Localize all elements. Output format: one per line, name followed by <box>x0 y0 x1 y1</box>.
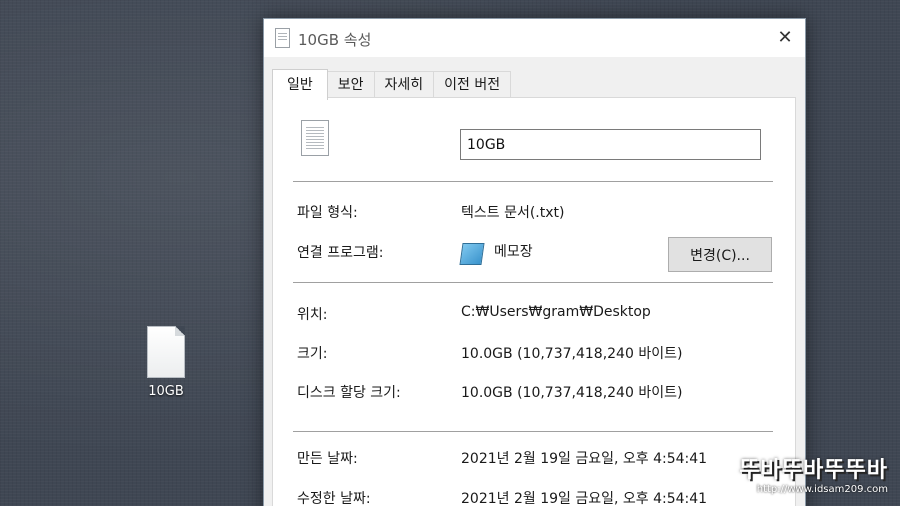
location-label: 위치: <box>297 307 328 323</box>
file-type-value: 텍스트 문서(.txt) <box>461 205 565 221</box>
tab-security[interactable]: 보안 <box>326 71 375 98</box>
modified-value: 2021년 2월 19일 금요일, 오후 4:54:41 <box>461 491 708 506</box>
text-file-icon <box>301 120 329 156</box>
size-on-disk-label: 디스크 할당 크기: <box>297 385 401 401</box>
close-button[interactable]: ✕ <box>765 19 805 57</box>
watermark: 뚜바뚜바뚜뚜바 http://www.idsam209.com <box>698 458 888 498</box>
separator <box>293 181 773 182</box>
tab-general[interactable]: 일반 <box>272 69 328 100</box>
separator <box>293 431 773 432</box>
tab-previous-versions[interactable]: 이전 버전 <box>433 71 512 98</box>
modified-label: 수정한 날짜: <box>297 491 371 506</box>
size-on-disk-value: 10.0GB (10,737,418,240 바이트) <box>461 385 683 401</box>
watermark-url: http://www.idsam209.com <box>756 484 888 495</box>
change-button[interactable]: 변경(C)... <box>668 237 772 272</box>
created-label: 만든 날짜: <box>297 451 358 467</box>
title-bar[interactable]: 10GB 속성 ✕ <box>264 19 805 57</box>
desktop-file-label: 10GB <box>148 384 184 399</box>
properties-dialog: 10GB 속성 ✕ 일반 보안 자세히 이전 버전 파일 형식: 텍스트 문서(… <box>263 18 806 506</box>
location-value: C:₩Users₩gram₩Desktop <box>461 304 651 320</box>
size-label: 크기: <box>297 346 328 362</box>
file-type-label: 파일 형식: <box>297 205 358 221</box>
separator <box>293 282 773 283</box>
watermark-logo: 뚜바뚜바뚜뚜바 <box>739 458 888 483</box>
size-value: 10.0GB (10,737,418,240 바이트) <box>461 346 683 362</box>
tab-details[interactable]: 자세히 <box>373 71 435 98</box>
tab-strip: 일반 보안 자세히 이전 버전 <box>272 69 512 100</box>
desktop-file-10gb[interactable]: 10GB <box>134 322 198 399</box>
file-name-input[interactable] <box>460 129 761 160</box>
opens-with-app: 메모장 <box>494 244 533 260</box>
close-icon: ✕ <box>777 27 793 48</box>
dialog-title: 10GB 속성 <box>298 31 372 49</box>
general-panel: 파일 형식: 텍스트 문서(.txt) 연결 프로그램: 메모장 변경(C)..… <box>272 97 796 506</box>
created-value: 2021년 2월 19일 금요일, 오후 4:54:41 <box>461 451 708 467</box>
opens-with-label: 연결 프로그램: <box>297 245 384 261</box>
text-file-icon <box>275 28 290 48</box>
text-file-icon <box>147 326 185 378</box>
notepad-icon <box>459 243 485 265</box>
